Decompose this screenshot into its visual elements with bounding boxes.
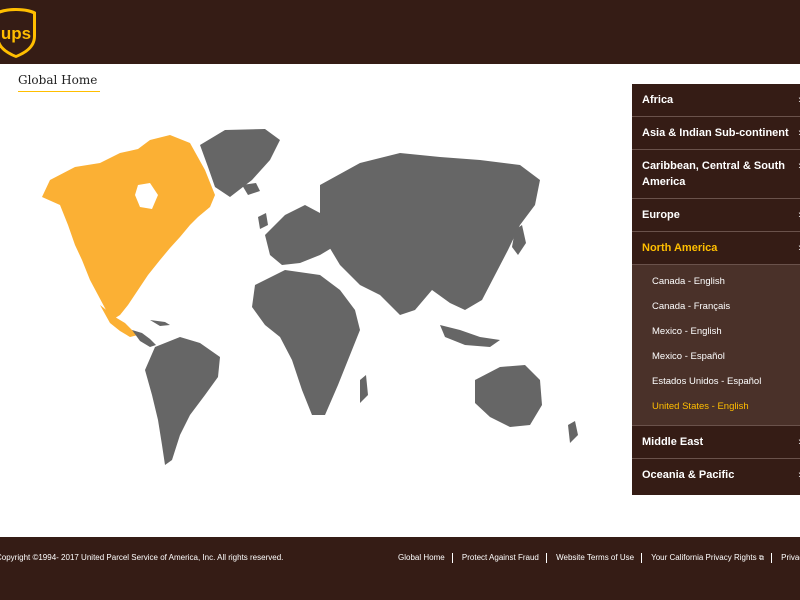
- country-canada-english[interactable]: Canada - English: [632, 269, 800, 294]
- region-middle-east[interactable]: Middle East ›: [632, 426, 800, 459]
- divider: [451, 553, 453, 563]
- divider: [545, 553, 547, 563]
- country-estados-unidos-espanol[interactable]: Estados Unidos - Español: [632, 369, 800, 394]
- caribbean: [150, 320, 170, 326]
- region-panel: Africa › Asia & Indian Sub-continent › C…: [632, 84, 800, 495]
- region-africa[interactable]: Africa ›: [632, 84, 800, 117]
- region-label: Africa: [642, 94, 674, 106]
- region-label: Asia & Indian Sub-continent: [642, 127, 789, 139]
- footer-link-website-terms[interactable]: Website Terms of Use: [556, 553, 634, 562]
- new-zealand: [568, 421, 578, 443]
- iceland: [242, 183, 260, 195]
- ups-logo[interactable]: ups: [0, 6, 38, 60]
- country-canada-francais[interactable]: Canada - Français: [632, 294, 800, 319]
- region-label: Europe: [642, 209, 680, 221]
- footer-link-california-privacy[interactable]: Your California Privacy Rights: [651, 553, 757, 562]
- region-label: Caribbean, Central & South America: [642, 160, 786, 188]
- north-america: [42, 135, 215, 320]
- country-united-states-english[interactable]: United States - English: [632, 394, 800, 419]
- divider: [641, 553, 643, 563]
- region-asia[interactable]: Asia & Indian Sub-continent ›: [632, 117, 800, 150]
- footer-link-protect-against-fraud[interactable]: Protect Against Fraud: [462, 553, 539, 562]
- region-label: North America: [642, 242, 718, 254]
- footer-link-privacy-notice[interactable]: Privacy Notice: [781, 553, 800, 562]
- region-europe[interactable]: Europe ›: [632, 199, 800, 232]
- country-mexico-espanol[interactable]: Mexico - Español: [632, 344, 800, 369]
- copyright-text: Copyright ©1994- 2017 United Parcel Serv…: [0, 553, 284, 562]
- site-header: ups: [0, 0, 800, 64]
- central-america: [132, 330, 156, 347]
- world-map[interactable]: [20, 125, 610, 470]
- footer-links: Global Home Protect Against Fraud Websit…: [398, 553, 800, 563]
- footer-link-global-home[interactable]: Global Home: [398, 553, 445, 562]
- north-america-country-list: Canada - English Canada - Français Mexic…: [632, 265, 800, 426]
- africa: [252, 270, 360, 415]
- asia: [320, 153, 540, 315]
- global-home-link[interactable]: Global Home: [18, 73, 100, 92]
- site-footer: Copyright ©1994- 2017 United Parcel Serv…: [0, 537, 800, 600]
- indonesia: [440, 325, 500, 347]
- greenland: [200, 129, 280, 197]
- divider: [770, 553, 772, 563]
- region-caribbean-central-south-america[interactable]: Caribbean, Central & South America ›: [632, 150, 800, 199]
- region-label: Oceania & Pacific: [642, 469, 735, 481]
- australia: [475, 365, 542, 427]
- region-north-america[interactable]: North America ›: [632, 232, 800, 265]
- madagascar: [360, 375, 368, 403]
- external-link-icon: ⧉: [758, 555, 764, 563]
- logo-text: ups: [1, 24, 31, 43]
- uk: [258, 213, 268, 229]
- south-america: [145, 337, 220, 465]
- region-oceania-pacific[interactable]: Oceania & Pacific ›: [632, 459, 800, 491]
- region-label: Middle East: [642, 436, 704, 448]
- country-mexico-english[interactable]: Mexico - English: [632, 319, 800, 344]
